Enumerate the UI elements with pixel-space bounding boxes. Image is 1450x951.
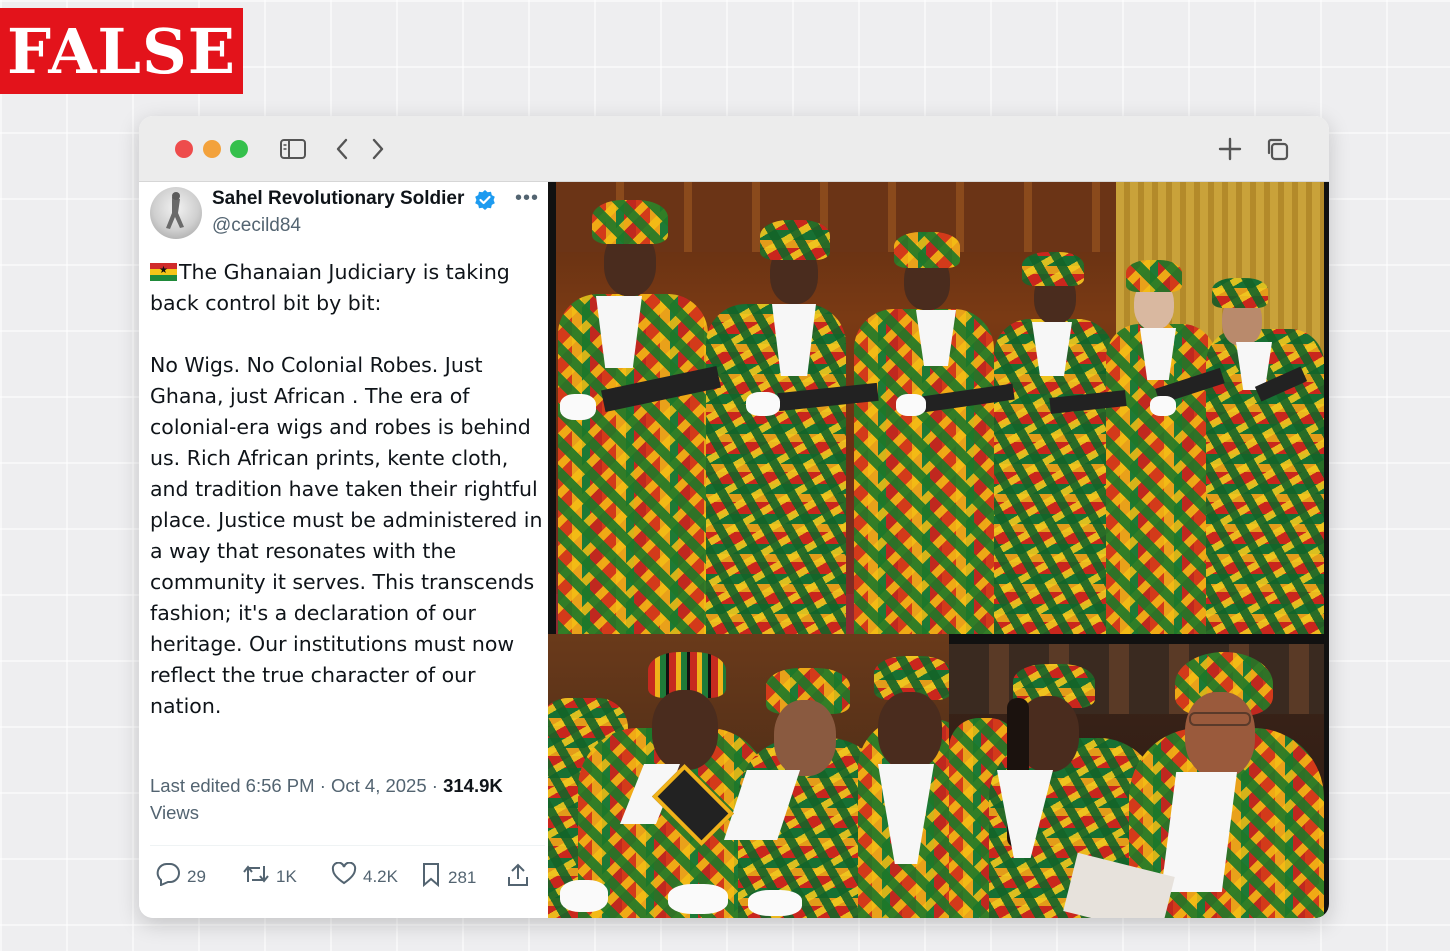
views-label: Views xyxy=(150,802,200,823)
chevron-left-icon[interactable] xyxy=(328,136,356,162)
author-name[interactable]: Sahel Revolutionary Soldier xyxy=(212,188,464,210)
share-icon xyxy=(506,862,530,893)
close-window-button[interactable] xyxy=(175,140,193,158)
author-handle[interactable]: @cecild84 xyxy=(212,215,301,237)
like-count: 4.2K xyxy=(363,866,398,886)
browser-window: Sahel Revolutionary Soldier ••• @cecild8… xyxy=(139,116,1329,918)
share-button[interactable] xyxy=(506,862,530,893)
views-count: 314.9K xyxy=(443,775,503,796)
browser-titlebar xyxy=(139,116,1329,182)
tweet-card: Sahel Revolutionary Soldier ••• @cecild8… xyxy=(139,182,555,918)
tweet-text: The Ghanaian Judiciary is taking back co… xyxy=(150,257,550,722)
verified-badge-icon xyxy=(474,189,496,216)
tweet-media xyxy=(548,182,1329,918)
tweet-text-line1: The Ghanaian Judiciary is taking back co… xyxy=(150,260,510,315)
like-button[interactable]: 4.2K xyxy=(331,861,398,891)
divider xyxy=(150,845,545,846)
repost-count: 1K xyxy=(276,866,297,886)
media-photo-standing-judges[interactable] xyxy=(556,182,1324,634)
tweet-text-line2: No Wigs. No Colonial Robes. Just Ghana, … xyxy=(150,353,543,718)
sidebar-icon[interactable] xyxy=(279,136,307,162)
ghana-flag-icon xyxy=(150,263,177,281)
chevron-right-icon[interactable] xyxy=(364,136,392,162)
tweet-actions: 29 1K 4.2K 281 xyxy=(139,861,555,896)
bookmark-count: 281 xyxy=(448,867,477,887)
minimize-window-button[interactable] xyxy=(203,140,221,158)
more-options-icon[interactable]: ••• xyxy=(515,187,539,210)
tweet-meta: Last edited 6:56 PM · Oct 4, 2025 · 314.… xyxy=(150,772,550,826)
zoom-window-button[interactable] xyxy=(230,140,248,158)
reply-icon xyxy=(155,862,181,891)
bookmark-button[interactable]: 281 xyxy=(420,862,476,893)
tab-overview-icon[interactable] xyxy=(1263,136,1291,162)
edited-timestamp[interactable]: Last edited 6:56 PM · Oct 4, 2025 · xyxy=(150,775,443,796)
bookmark-icon xyxy=(420,862,442,893)
false-rating-badge: FALSE xyxy=(0,8,243,94)
plus-icon[interactable] xyxy=(1216,136,1244,162)
false-rating-label: FALSE xyxy=(6,14,237,88)
reply-button[interactable]: 29 xyxy=(155,862,206,891)
reply-count: 29 xyxy=(187,866,206,886)
media-photo-seated-judges-left[interactable] xyxy=(548,634,949,918)
avatar[interactable] xyxy=(150,187,202,239)
repost-button[interactable]: 1K xyxy=(242,862,297,891)
repost-icon xyxy=(242,862,270,891)
heart-icon xyxy=(331,861,357,891)
media-photo-seated-judges-right[interactable] xyxy=(949,644,1324,918)
